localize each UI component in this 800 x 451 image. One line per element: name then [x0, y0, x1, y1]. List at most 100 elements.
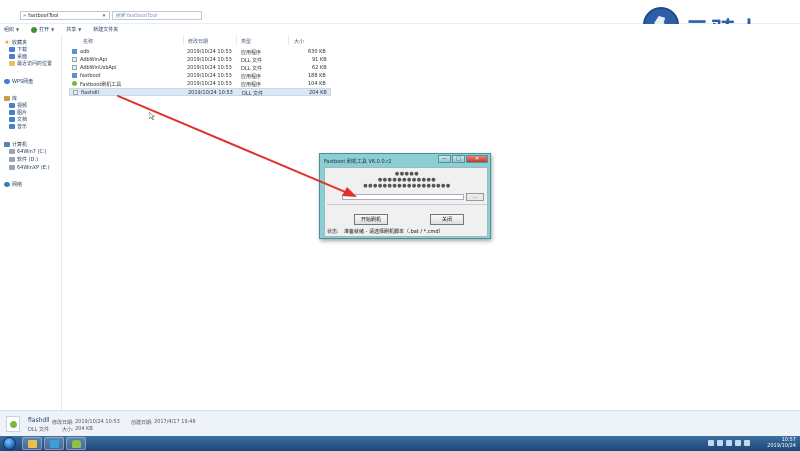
- file-type: 应用程序: [241, 74, 262, 80]
- file-name: flashdll: [81, 90, 99, 96]
- divider: [327, 204, 487, 205]
- maximize-button[interactable]: □: [452, 155, 465, 163]
- close-button[interactable]: 关闭: [430, 214, 464, 225]
- file-type: DLL 文件: [242, 91, 264, 97]
- details-pane: flashdll 修改日期: 2019/10/24 10:53 创建日期: 20…: [0, 410, 800, 436]
- star-icon: ★: [4, 38, 10, 46]
- picture-icon: [9, 110, 15, 115]
- system-clock[interactable]: 10:57 2019/10/24: [767, 437, 796, 449]
- nav-network[interactable]: 网络: [4, 181, 22, 188]
- drive-icon: [9, 165, 15, 170]
- col-size[interactable]: 大小: [294, 38, 304, 45]
- column-divider[interactable]: [236, 36, 237, 45]
- nav-drive-e[interactable]: 64WinXP (E:): [9, 164, 50, 171]
- nav-documents[interactable]: 文档: [9, 116, 27, 123]
- library-icon: [4, 96, 10, 101]
- nav-label: 64Win7 (C:): [17, 148, 47, 155]
- nav-label: 软件 (D:): [17, 157, 39, 163]
- file-modified: 2019/10/24 10:53: [187, 73, 232, 79]
- details-created-label: 创建日期:: [131, 420, 153, 426]
- column-divider[interactable]: [183, 36, 184, 45]
- file-name: Fastboot刷机工具: [80, 82, 122, 88]
- browse-button[interactable]: ...: [466, 193, 484, 201]
- computer-icon: [4, 142, 10, 147]
- file-modified: 2019/10/24 10:53: [187, 65, 232, 71]
- tray-volume-icon[interactable]: [717, 440, 723, 446]
- search-input[interactable]: 搜索 fastbootTool: [112, 11, 202, 20]
- organize-menu[interactable]: 组织 ▼: [4, 26, 19, 33]
- details-modified-label: 修改日期:: [52, 420, 74, 426]
- share-menu[interactable]: 共享 ▼: [66, 26, 81, 33]
- nav-label: 网络: [12, 182, 23, 188]
- address-input[interactable]: » fastbootTool: [20, 11, 110, 20]
- close-window-button[interactable]: ✕: [466, 155, 488, 163]
- nav-label: 视频: [17, 103, 28, 109]
- details-name: flashdll: [28, 417, 50, 424]
- mouse-cursor-icon: [149, 112, 155, 120]
- nav-recent[interactable]: 最近访问的位置: [9, 60, 52, 67]
- caret-down-icon: ▼: [51, 27, 55, 32]
- tray-network-icon[interactable]: [708, 440, 714, 446]
- file-row[interactable]: AdbWinApi 2019/10/24 10:53 DLL 文件 91 KB: [69, 56, 331, 64]
- file-size: 104 KB: [308, 81, 326, 87]
- file-name: adb: [80, 49, 90, 55]
- system-tray: 10:57 2019/10/24: [700, 436, 800, 451]
- nav-libraries[interactable]: 库: [4, 95, 17, 102]
- nav-drive-c[interactable]: 64Win7 (C:): [9, 148, 47, 155]
- nav-label: 桌面: [17, 54, 28, 60]
- address-path: fastbootTool: [28, 12, 59, 19]
- open-button[interactable]: 打开 ▼: [31, 26, 54, 33]
- file-modified: 2019/10/24 10:53: [187, 81, 232, 87]
- clock-date: 2019/10/24: [767, 443, 796, 449]
- file-size: 62 KB: [312, 65, 327, 71]
- tray-battery-icon[interactable]: [744, 440, 750, 446]
- nav-pictures[interactable]: 图片: [9, 109, 27, 116]
- new-folder-button[interactable]: 新建文件夹: [93, 26, 118, 33]
- nav-downloads[interactable]: 下载: [9, 46, 27, 53]
- nav-label: 图片: [17, 110, 28, 116]
- nav-wps-drive[interactable]: WPS网盘: [4, 78, 33, 85]
- column-divider[interactable]: [288, 36, 289, 45]
- file-row[interactable]: Fastboot刷机工具 2019/10/24 10:53 应用程序 104 K…: [69, 80, 331, 88]
- col-type[interactable]: 类型: [241, 38, 251, 45]
- nav-label: 文档: [17, 117, 28, 123]
- taskbar-android-tool-button[interactable]: [66, 437, 86, 450]
- file-row-selected[interactable]: flashdll 2019/10/24 10:53 DLL 文件 204 KB: [69, 88, 331, 97]
- taskbar-media-button[interactable]: [44, 437, 64, 450]
- column-headers: 名称 修改日期 类型 大小: [63, 35, 800, 46]
- file-type: DLL 文件: [241, 58, 263, 64]
- nav-label: 库: [12, 96, 18, 102]
- taskbar-explorer-button[interactable]: [22, 437, 42, 450]
- file-name: AdbWinUsbApi: [80, 65, 117, 71]
- nav-desktop[interactable]: 桌面: [9, 53, 27, 60]
- document-icon: [9, 117, 15, 122]
- col-modified[interactable]: 修改日期: [188, 38, 208, 45]
- file-row[interactable]: fastboot 2019/10/24 10:53 应用程序 188 KB: [69, 72, 331, 80]
- details-created: 2017/4/17 19:46: [154, 419, 196, 425]
- nav-label: 收藏夹: [12, 40, 28, 46]
- file-row[interactable]: adb 2019/10/24 10:53 应用程序 630 KB: [69, 48, 331, 56]
- file-row[interactable]: AdbWinUsbApi 2019/10/24 10:53 DLL 文件 62 …: [69, 64, 331, 72]
- nav-label: WPS网盘: [12, 79, 34, 85]
- start-flash-button[interactable]: 开始刷机: [354, 214, 388, 225]
- nav-computer[interactable]: 计算机: [4, 141, 27, 148]
- window-controls: — □ ✕: [438, 155, 488, 164]
- file-size: 204 KB: [309, 90, 327, 96]
- android-icon: [72, 440, 81, 448]
- nav-videos[interactable]: 视频: [9, 102, 27, 109]
- caret-down-icon: ▼: [78, 27, 82, 32]
- tray-action-center-icon[interactable]: [726, 440, 732, 446]
- details-type: DLL 文件: [28, 427, 50, 433]
- address-dropdown-icon[interactable]: ▾: [98, 11, 110, 20]
- col-name[interactable]: 名称: [83, 38, 93, 45]
- script-path-input[interactable]: [342, 194, 464, 200]
- nav-drive-d[interactable]: 软件 (D:): [9, 156, 38, 163]
- nav-music[interactable]: 音乐: [9, 123, 27, 130]
- start-button[interactable]: [3, 437, 16, 450]
- file-thumbnail-icon: [6, 416, 20, 432]
- tray-input-icon[interactable]: [735, 440, 741, 446]
- minimize-button[interactable]: —: [438, 155, 451, 163]
- nav-label: 下载: [17, 47, 28, 53]
- file-modified: 2019/10/24 10:53: [187, 57, 232, 63]
- nav-favorites[interactable]: ★ 收藏夹: [4, 39, 27, 46]
